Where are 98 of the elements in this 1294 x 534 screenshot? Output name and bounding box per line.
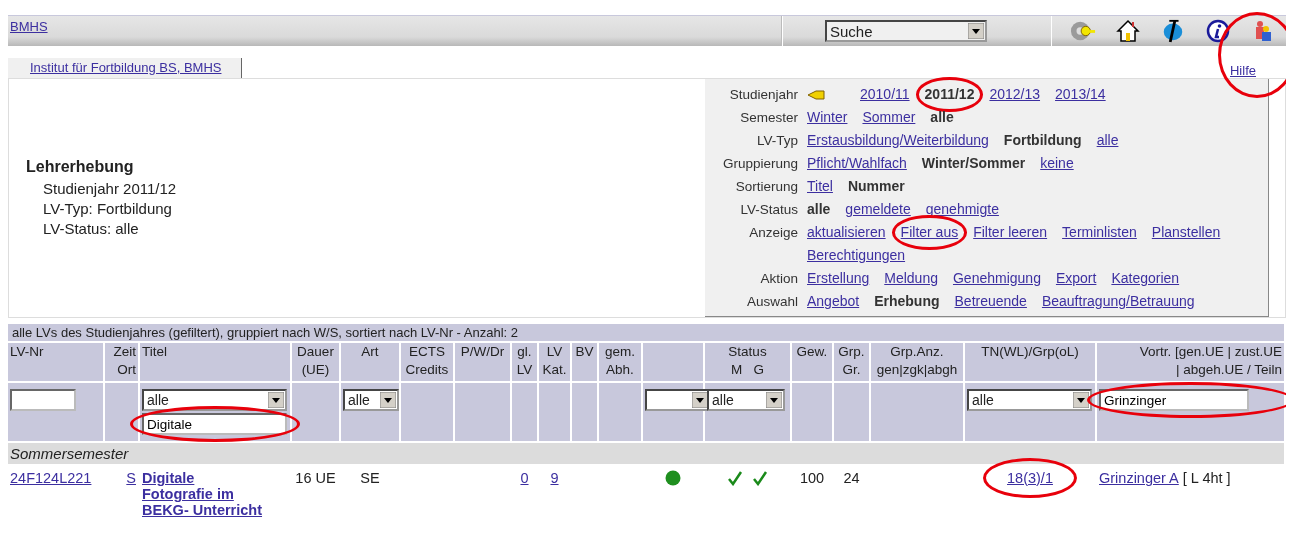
search-dropdown[interactable]: Suche <box>825 20 987 42</box>
table-cell: 16 UE <box>295 470 336 486</box>
column-header: ECTS Credits <box>405 343 449 379</box>
filter-input[interactable] <box>10 389 76 411</box>
filter-option-link[interactable]: Planstellen <box>1151 224 1221 240</box>
filter-option-link[interactable]: Meldung <box>884 270 938 286</box>
previous-arrow-icon[interactable] <box>807 89 825 100</box>
filter-option-current: Fortbildung <box>1003 132 1082 148</box>
filter-option-link[interactable]: keine <box>1040 155 1074 171</box>
column-header: TN(WL)/Grp(oL) <box>981 343 1079 361</box>
caret-icon <box>766 392 782 408</box>
column-header: BV <box>575 343 594 361</box>
filter-option-link[interactable]: gemeldete <box>845 201 911 217</box>
report-title: Lehrerhebung <box>26 157 135 176</box>
filter-dropdown[interactable]: alle <box>343 389 399 411</box>
filter-option-link[interactable]: Terminlisten <box>1062 224 1137 240</box>
filter-option-current: alle <box>930 109 954 125</box>
course-title-link[interactable]: Digitale Fotografie im BEKG- Unterricht <box>142 470 267 518</box>
table-link[interactable]: 24F124L221 <box>10 470 92 486</box>
column-header: Dauer (UE) <box>297 343 334 379</box>
filter-option-link[interactable]: Pflicht/Wahlfach <box>807 155 907 171</box>
filter-option-link[interactable]: alle <box>1096 132 1119 148</box>
column-header: Vortr. [gen.UE | zust.UE | abgeh.UE / Teiln <box>1139 343 1282 379</box>
lecturer-link[interactable]: Grinzinger A <box>1099 470 1179 486</box>
filter-option-link[interactable]: Kategorien <box>1111 270 1180 286</box>
filter-option-link[interactable]: Erstellung <box>807 270 870 286</box>
filter-option-link[interactable]: Angebot <box>807 293 860 309</box>
group-header: Sommersemester <box>8 443 1284 464</box>
table-link[interactable]: S <box>126 470 136 486</box>
filter-label: Anzeige <box>748 224 799 242</box>
table-link[interactable]: 18(3)/1 <box>1007 470 1053 486</box>
column-header: gl. LV <box>516 343 533 379</box>
table-cell: SE <box>360 470 380 486</box>
filter-label: LV-Typ <box>755 132 799 150</box>
filter-option-link[interactable]: 2012/13 <box>989 86 1041 102</box>
filter-option-link[interactable]: Betreuende <box>954 293 1027 309</box>
filter-option-link[interactable]: Erstausbildung/Weiterbildung <box>807 132 989 148</box>
filter-option-link[interactable]: Filter leeren <box>973 224 1048 240</box>
filter-option-link[interactable]: Winter <box>807 109 848 125</box>
filter-input[interactable]: Grinzinger <box>1099 389 1249 411</box>
filter-label: Semester <box>739 109 799 127</box>
home-icon[interactable] <box>1114 19 1141 43</box>
disc-key-icon[interactable] <box>1069 19 1096 43</box>
column-header: P/W/Dr <box>460 343 505 361</box>
filter-option-link[interactable]: Export <box>1055 270 1097 286</box>
summary-line: LV-Typ: Fortbildung <box>42 198 173 219</box>
filter-option-link[interactable]: Beauftragung/Betrauung <box>1041 293 1195 309</box>
filter-option-link[interactable]: genehmigte <box>925 201 999 217</box>
help-link[interactable]: Hilfe <box>1230 63 1256 78</box>
column-header: Status M G <box>728 343 767 379</box>
filter-option-link[interactable]: Titel <box>807 178 833 194</box>
filter-label: Gruppierung <box>721 155 799 173</box>
column-header: Titel <box>142 343 167 361</box>
column-header: Grp.Anz. gen|zgk|abgh <box>876 343 958 379</box>
filter-label: Studienjahr <box>728 86 799 104</box>
column-header: Art <box>361 343 379 361</box>
caret-icon <box>1073 392 1089 408</box>
filter-option-link[interactable]: aktualisieren <box>807 224 886 240</box>
filter-option-current: Winter/Sommer <box>921 155 1026 171</box>
filter-label: Sortierung <box>734 178 799 196</box>
institute-tab[interactable]: Institut für Fortbildung BS, BMHS <box>8 58 243 78</box>
filter-input[interactable]: Digitale <box>142 413 287 435</box>
caret-icon <box>380 392 396 408</box>
filter-option-current: alle <box>807 201 831 217</box>
filter-option-link[interactable]: Genehmigung <box>952 270 1041 286</box>
filter-dropdown[interactable]: alle <box>967 389 1092 411</box>
filter-option-link[interactable]: Filter aus <box>900 224 959 240</box>
summary-line: Studienjahr 2011/12 <box>42 178 178 199</box>
filter-label: Aktion <box>759 270 799 288</box>
column-header: LV Kat. <box>542 343 567 379</box>
table-cell: 100 <box>799 470 825 486</box>
caret-icon <box>268 392 284 408</box>
table-caption: alle LVs des Studienjahres (gefiltert), gruppiert nach W/S, sortiert nach LV-Nr - Anzahl: 2 <box>8 324 1284 341</box>
filter-option-link[interactable]: Sommer <box>862 109 916 125</box>
column-header: gem. Abh. <box>605 343 635 379</box>
home-link[interactable]: BMHS <box>10 19 48 34</box>
info-icon[interactable] <box>1205 19 1232 43</box>
filter-option-link[interactable]: Berechtigungen <box>807 247 906 263</box>
caret-icon <box>692 392 708 408</box>
filter-label: Auswahl <box>745 293 799 311</box>
filter-dropdown[interactable]: alle <box>707 389 785 411</box>
filter-option-current: Erhebung <box>874 293 940 309</box>
filter-dropdown[interactable]: alle <box>142 389 287 411</box>
table-link[interactable]: 9 <box>550 470 559 486</box>
caret-icon <box>968 23 984 39</box>
filter-option-link[interactable]: 2013/14 <box>1055 86 1106 102</box>
summary-line: LV-Status: alle <box>42 218 140 239</box>
column-header: Grp. Gr. <box>838 343 865 379</box>
table-link[interactable]: 0 <box>520 470 529 486</box>
filter-label: LV-Status <box>739 201 799 219</box>
table-cell: 24 <box>843 470 860 486</box>
column-header: LV-Nr <box>10 343 44 361</box>
column-header: Zeit Ort <box>113 343 136 379</box>
filter-option-current: Nummer <box>847 178 905 194</box>
lecturer-detail: [ L 4ht ] <box>1182 470 1231 486</box>
column-header: Gew. <box>796 343 828 361</box>
filter-option-current: 2011/12 <box>924 86 975 102</box>
filter-option-link[interactable]: 2010/11 <box>860 86 910 102</box>
